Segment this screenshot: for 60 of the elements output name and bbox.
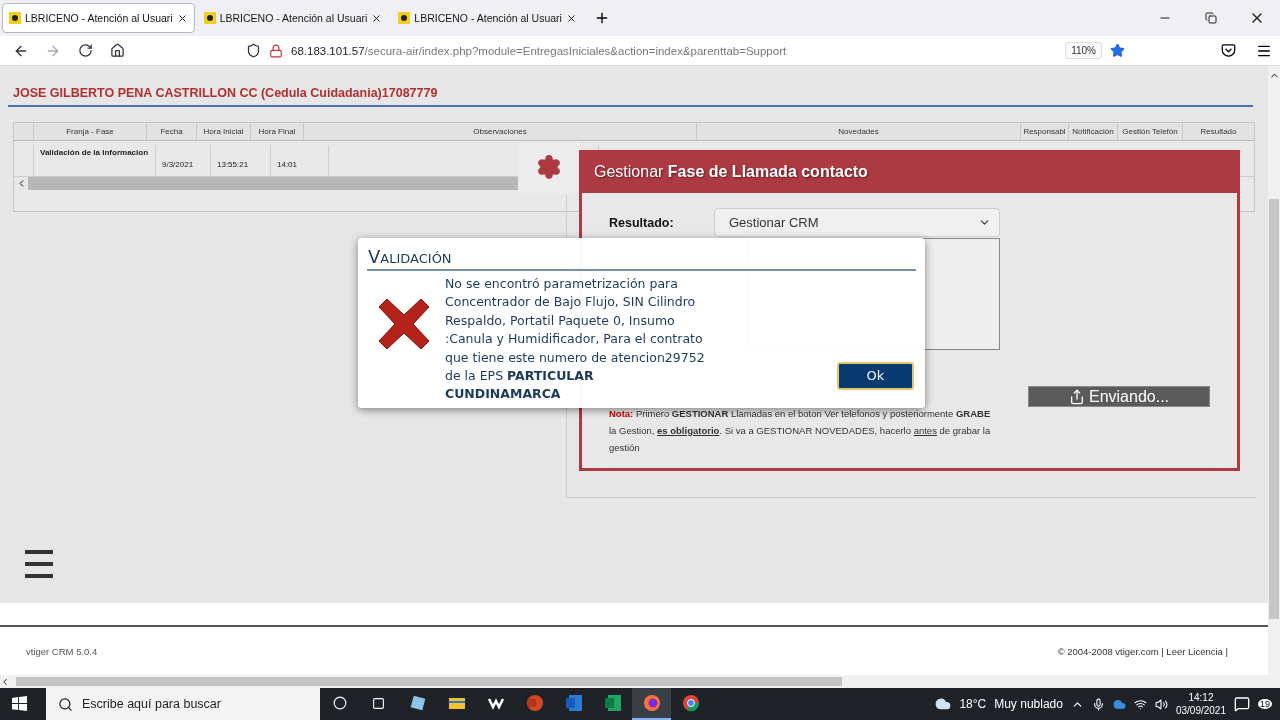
close-icon[interactable] (565, 12, 577, 24)
dialog-message: No se encontró parametrización para Concentrador de Bajo Flujo, SIN Cilindro Respaldo, Portatil Paquete 0, Insumo :Canula y Humidificador, Para el contrato que tiene este numero de atencion29752 de la EPS PARTICULAR CUNDINAMARCA (445, 275, 706, 404)
taskbar-search-field[interactable]: Escribe aquí para buscar (46, 688, 320, 720)
volume-icon[interactable] (1154, 697, 1168, 711)
note-text: Nota: Primero GESTIONAR Llamadas en el boton Ver telefonos y posteriormente GRABE la Gestion, es obligatorio. Si va a GESTIONAR NOVEDADES, hacerlo antes de grabar la gestión (609, 407, 992, 455)
column-header: Novedades (697, 123, 1021, 140)
address-field[interactable]: 68.183.101.57/secura-air/index.php?module=EntregasIniciales&action=index&parenttab=Support (291, 44, 787, 57)
notifications-icon[interactable] (1234, 696, 1250, 712)
version-text: vtiger CRM 5.0.4 (26, 645, 98, 657)
result-select[interactable]: Gestionar CRM (714, 208, 1000, 237)
table-cell: 14:01 (271, 145, 329, 176)
close-icon[interactable] (176, 12, 188, 24)
result-label: Resultado: (609, 215, 675, 232)
dialog-title: Validación (367, 246, 916, 271)
column-header: Franja - Fase (34, 123, 147, 140)
pocket-icon[interactable] (1221, 43, 1236, 58)
restore-icon (1205, 12, 1217, 24)
cloud-icon (935, 696, 952, 712)
share-arrow-icon (1068, 388, 1085, 405)
shield-icon (246, 43, 261, 58)
column-header: Hora Inicial (197, 123, 251, 140)
microphone-icon[interactable] (1091, 697, 1105, 711)
clock[interactable]: 14:12 03/09/2021 (1175, 691, 1226, 717)
close-icon[interactable] (371, 12, 383, 24)
panel-title: Gestionar Fase de Llamada contacto (579, 150, 1240, 193)
zoom-level[interactable]: 110% (1065, 42, 1102, 59)
task-view-icon (372, 696, 385, 710)
patient-name: JOSE GILBERTO PENA CASTRILLON CC (Cedula Cuidadania)17087779 (12, 85, 439, 100)
column-header: Resultado (1183, 123, 1255, 140)
firefox-icon[interactable] (632, 688, 671, 720)
column-header: Notificación (1069, 123, 1118, 140)
lock-icon (269, 43, 283, 58)
copyright-text: © 2004-2008 vtiger.com | Leer Licencia | (1057, 645, 1228, 657)
table-cell: Validación de la Informacion (34, 145, 156, 176)
column-header: Fecha (147, 123, 197, 140)
windows-logo-icon (12, 695, 27, 711)
scroll-left-icon[interactable] (0, 676, 10, 687)
column-header: Hora Final (251, 123, 304, 140)
home-icon (109, 43, 125, 58)
browser-tab[interactable]: LBRICENO - Atención al Usuari (2, 3, 195, 33)
notification-count: 19 (1258, 699, 1272, 709)
search-icon (58, 696, 73, 712)
sending-button[interactable]: Enviando... (1028, 386, 1210, 407)
onedrive-icon[interactable] (1112, 697, 1126, 711)
table-cell: 9/3/2021 (156, 145, 211, 176)
ok-button[interactable]: Ok (837, 361, 914, 390)
table-cell: 13:55:21 (211, 145, 271, 176)
column-header: Gestión Telefón (1118, 123, 1183, 140)
temperature: 18°C (959, 697, 987, 711)
scrollbar-thumb[interactable] (16, 677, 842, 686)
settings-icon[interactable] (536, 154, 562, 180)
scroll-left-button[interactable] (14, 177, 28, 190)
column-header: Observaciones (304, 123, 697, 140)
weather-text: Muy nublado (994, 697, 1063, 711)
column-header: Responsabl (1021, 123, 1069, 140)
reload-icon (77, 43, 93, 58)
circle-icon (332, 696, 347, 710)
bookmark-star-icon[interactable] (1110, 43, 1125, 58)
network-icon[interactable] (1133, 697, 1147, 711)
scrollbar-thumb[interactable] (1269, 199, 1279, 619)
